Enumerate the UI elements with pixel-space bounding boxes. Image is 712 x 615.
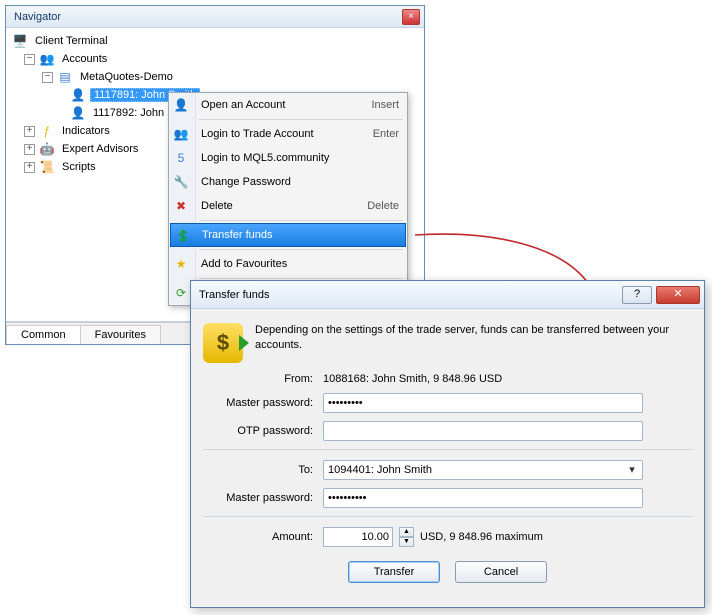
scripts-icon: 📜 bbox=[39, 159, 55, 175]
menu-transfer-funds[interactable]: 💲 Transfer funds bbox=[170, 223, 406, 247]
delete-icon: ✖ bbox=[173, 198, 189, 214]
experts-icon: 🤖 bbox=[39, 141, 55, 157]
accounts-icon: 👥 bbox=[39, 51, 55, 67]
transfer-button[interactable]: Transfer bbox=[348, 561, 440, 583]
close-button[interactable]: ✕ bbox=[656, 286, 700, 304]
context-menu: 👤 Open an Account Insert 👥 Login to Trad… bbox=[168, 92, 408, 306]
amount-suffix: USD, 9 848.96 maximum bbox=[420, 531, 543, 543]
otp-password-label: OTP password: bbox=[203, 425, 323, 437]
amount-label: Amount: bbox=[203, 531, 323, 543]
tab-favourites[interactable]: Favourites bbox=[80, 325, 161, 344]
user-icon: 👤 bbox=[70, 87, 86, 103]
transfer-dialog: Transfer funds ? ✕ $ Depending on the se… bbox=[190, 280, 705, 608]
menu-separator bbox=[199, 249, 403, 250]
help-button[interactable]: ? bbox=[622, 286, 652, 304]
tab-common[interactable]: Common bbox=[6, 325, 81, 344]
amount-input[interactable] bbox=[323, 527, 393, 547]
menu-shortcut: Insert bbox=[371, 99, 399, 111]
mql5-icon: 5 bbox=[173, 150, 189, 166]
from-label: From: bbox=[203, 373, 323, 385]
indicators-icon: ƒ bbox=[39, 123, 55, 139]
menu-shortcut: Enter bbox=[373, 128, 399, 140]
collapse-icon[interactable]: − bbox=[42, 72, 53, 83]
menu-shortcut: Delete bbox=[367, 200, 399, 212]
menu-separator bbox=[199, 220, 403, 221]
amount-stepper: ▲ ▼ bbox=[399, 527, 414, 547]
dialog-separator bbox=[203, 449, 692, 450]
tree-label: Accounts bbox=[59, 53, 110, 65]
tree-label: Indicators bbox=[59, 125, 113, 137]
tree-accounts[interactable]: − 👥 Accounts bbox=[12, 50, 418, 68]
menu-label: Change Password bbox=[201, 176, 399, 188]
menu-label: Delete bbox=[201, 200, 367, 212]
menu-label: Transfer funds bbox=[202, 229, 397, 241]
dialog-body: $ Depending on the settings of the trade… bbox=[191, 309, 704, 607]
new-account-icon: 👤 bbox=[173, 97, 189, 113]
server-icon: ▤ bbox=[57, 69, 73, 85]
tree-label: MetaQuotes-Demo bbox=[77, 71, 176, 83]
menu-label: Login to Trade Account bbox=[201, 128, 373, 140]
menu-blank-1[interactable]: ⟳ bbox=[169, 281, 407, 305]
menu-login-trade[interactable]: 👥 Login to Trade Account Enter bbox=[169, 122, 407, 146]
terminal-icon: 🖥️ bbox=[12, 33, 28, 49]
expand-icon[interactable]: + bbox=[24, 144, 35, 155]
stepper-up-icon[interactable]: ▲ bbox=[399, 527, 414, 537]
to-label: To: bbox=[203, 464, 323, 476]
star-icon: ★ bbox=[173, 256, 189, 272]
expand-icon[interactable]: + bbox=[24, 162, 35, 173]
user-icon: 👤 bbox=[70, 105, 86, 121]
tree-label: Scripts bbox=[59, 161, 99, 173]
menu-open-account[interactable]: 👤 Open an Account Insert bbox=[169, 93, 407, 117]
to-account-value: 1094401: John Smith bbox=[328, 464, 432, 476]
login-icon: 👥 bbox=[173, 126, 189, 142]
otp-password-input[interactable] bbox=[323, 421, 643, 441]
menu-add-favourites[interactable]: ★ Add to Favourites bbox=[169, 252, 407, 276]
dialog-separator bbox=[203, 516, 692, 517]
master-password-label: Master password: bbox=[203, 397, 323, 409]
master-password-input-2[interactable] bbox=[323, 488, 643, 508]
menu-delete[interactable]: ✖ Delete Delete bbox=[169, 194, 407, 218]
tree-root[interactable]: 🖥️ Client Terminal bbox=[12, 32, 418, 50]
menu-label: Add to Favourites bbox=[201, 258, 399, 270]
master-password-input[interactable] bbox=[323, 393, 643, 413]
collapse-icon[interactable]: − bbox=[24, 54, 35, 65]
password-icon: 🔧 bbox=[173, 174, 189, 190]
dollar-arrow-icon: $ bbox=[203, 323, 243, 363]
stepper-down-icon[interactable]: ▼ bbox=[399, 537, 414, 547]
transfer-icon: 💲 bbox=[175, 228, 191, 244]
navigator-titlebar[interactable]: Navigator × bbox=[6, 6, 424, 28]
master-password-label-2: Master password: bbox=[203, 492, 323, 504]
menu-separator bbox=[199, 119, 403, 120]
chevron-down-icon: ▾ bbox=[624, 462, 640, 478]
menu-change-password[interactable]: 🔧 Change Password bbox=[169, 170, 407, 194]
from-value: 1088168: John Smith, 9 848.96 USD bbox=[323, 373, 692, 385]
tree-label: Client Terminal bbox=[32, 35, 111, 47]
menu-label: Login to MQL5.community bbox=[201, 152, 399, 164]
navigator-title: Navigator bbox=[10, 11, 402, 23]
close-icon[interactable]: × bbox=[402, 9, 420, 25]
cancel-button[interactable]: Cancel bbox=[455, 561, 547, 583]
menu-separator bbox=[199, 278, 403, 279]
expand-icon[interactable]: + bbox=[24, 126, 35, 137]
refresh-icon: ⟳ bbox=[173, 285, 189, 301]
to-account-select[interactable]: 1094401: John Smith ▾ bbox=[323, 460, 643, 480]
tree-demo-server[interactable]: − ▤ MetaQuotes-Demo bbox=[12, 68, 418, 86]
tree-label: Expert Advisors bbox=[59, 143, 141, 155]
menu-label: Open an Account bbox=[201, 99, 371, 111]
dialog-description: Depending on the settings of the trade s… bbox=[255, 323, 692, 363]
menu-login-mql5[interactable]: 5 Login to MQL5.community bbox=[169, 146, 407, 170]
